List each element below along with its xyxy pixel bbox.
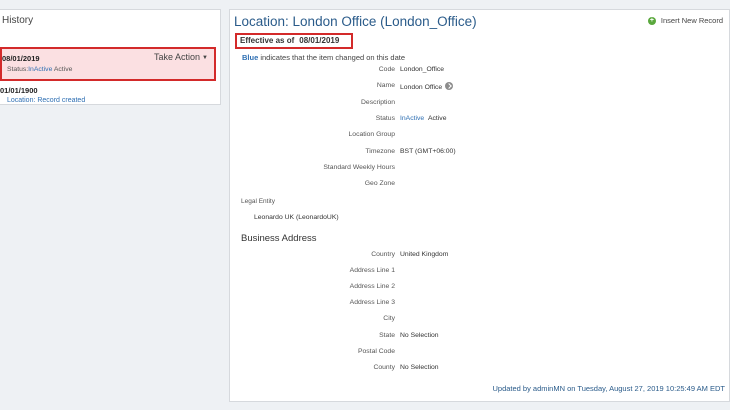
page-title: Location: London Office (London_Office) <box>234 14 477 29</box>
field-value: London Office <box>400 84 443 91</box>
field-row-status: Status InActive Active <box>230 115 730 125</box>
note-text: indicates that the item changed on this … <box>258 53 406 62</box>
history-item-date[interactable]: 01/01/1900 <box>0 86 38 95</box>
field-row-location-group: Location Group <box>230 131 730 141</box>
address-row-line2: Address Line 2 <box>230 283 730 293</box>
field-row-description: Description <box>230 99 730 109</box>
status-new-value: Active <box>53 66 73 73</box>
field-label: Country <box>371 251 395 258</box>
address-row-postal-code: Postal Code <box>230 348 730 358</box>
address-row-county: County No Selection <box>230 364 730 374</box>
field-label: Postal Code <box>357 348 395 355</box>
status-old-value: InActive <box>28 66 53 73</box>
field-label: Code <box>378 66 395 73</box>
field-row-name: Name London Office <box>230 82 730 92</box>
field-value: No Selection <box>400 364 439 371</box>
plus-circle-icon: + <box>647 16 656 25</box>
field-row-standard-weekly-hours: Standard Weekly Hours <box>230 164 730 174</box>
take-action-button[interactable]: Take Action ▼ <box>154 52 208 62</box>
legal-entity-value: Leonardo UK (LeonardoUK) <box>254 214 339 221</box>
history-title: History <box>2 15 34 26</box>
location-detail-panel: Location: London Office (London_Office) … <box>229 9 730 402</box>
field-value: No Selection <box>400 332 439 339</box>
note-blue-word: Blue <box>242 53 259 62</box>
field-label: City <box>383 315 395 322</box>
address-row-state: State No Selection <box>230 332 730 342</box>
updated-by-footer: Updated by adminMN on Tuesday, August 27… <box>492 384 725 393</box>
history-panel: History 08/01/2019 Take Action ▼ Status:I… <box>0 9 221 105</box>
address-row-country: Country United Kingdom <box>230 251 730 261</box>
field-value: Active <box>427 115 447 122</box>
field-label: Status <box>375 115 395 122</box>
status-old-value: InActive <box>400 115 425 122</box>
field-row-geo-zone: Geo Zone <box>230 180 730 190</box>
address-row-line3: Address Line 3 <box>230 299 730 309</box>
address-row-city: City <box>230 315 730 325</box>
field-label: Timezone <box>365 148 395 155</box>
field-value: United Kingdom <box>400 251 449 258</box>
field-label: Address Line 1 <box>349 267 395 274</box>
field-label: Name <box>376 82 395 89</box>
field-label: Location Group <box>348 131 395 138</box>
globe-icon[interactable] <box>445 82 454 90</box>
take-action-label: Take Action <box>154 52 201 62</box>
field-label: Standard Weekly Hours <box>323 164 395 171</box>
field-label: Address Line 3 <box>349 299 395 306</box>
effective-date-banner: Effective as of 08/01/2019 <box>235 33 353 49</box>
history-item-selected[interactable]: 08/01/2019 Take Action ▼ Status:InActive … <box>0 47 216 81</box>
history-item-status: Status:InActive Active <box>7 66 72 73</box>
field-label: Address Line 2 <box>349 283 395 290</box>
insert-new-record-label: Insert New Record <box>660 16 723 25</box>
field-row-code: Code London_Office <box>230 66 730 76</box>
effective-date: 08/01/2019 <box>299 36 340 45</box>
field-value: BST (GMT+06:00) <box>400 148 456 155</box>
status-label: Status: <box>7 66 29 73</box>
history-item-date: 08/01/2019 <box>2 54 40 63</box>
change-legend-note: Blue indicates that the item changed on … <box>242 53 405 62</box>
field-label: County <box>373 364 395 371</box>
field-label: State <box>379 332 395 339</box>
address-row-line1: Address Line 1 <box>230 267 730 277</box>
field-row-timezone: Timezone BST (GMT+06:00) <box>230 148 730 158</box>
field-label: Geo Zone <box>364 180 395 187</box>
history-item-description[interactable]: Location: Record created <box>7 97 85 104</box>
business-address-heading: Business Address <box>241 233 317 244</box>
field-value: London_Office <box>400 66 445 73</box>
legal-entity-label: Legal Entity <box>241 198 275 205</box>
effective-label: Effective as of <box>240 36 295 45</box>
caret-down-icon: ▼ <box>202 55 208 61</box>
field-label: Description <box>361 99 395 106</box>
insert-new-record-button[interactable]: + Insert New Record <box>647 16 723 25</box>
